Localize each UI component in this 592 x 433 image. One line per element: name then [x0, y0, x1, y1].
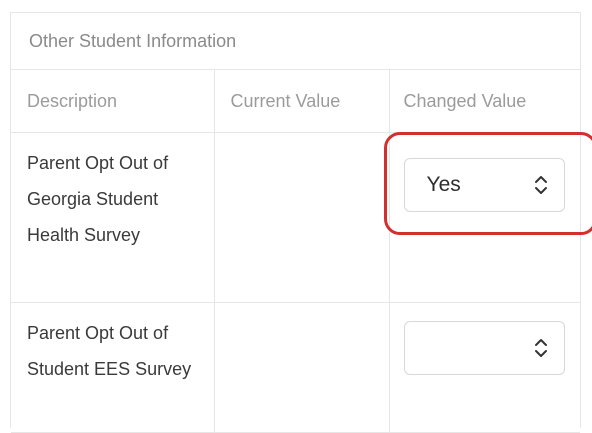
column-header-description: Description — [11, 70, 215, 133]
up-down-chevron-icon — [534, 176, 547, 194]
table-header-row: Description Current Value Changed Value — [11, 70, 580, 133]
table-row: Parent Opt Out of Student EES Survey — [11, 302, 580, 433]
current-value-cell — [214, 132, 390, 303]
column-header-current-value: Current Value — [214, 70, 390, 133]
description-cell: Parent Opt Out of Georgia Student Health… — [11, 132, 215, 303]
description-cell: Parent Opt Out of Student EES Survey — [11, 302, 215, 433]
changed-value-cell — [389, 302, 580, 433]
student-info-table: Description Current Value Changed Value … — [11, 70, 580, 433]
row-description: Parent Opt Out of Student EES Survey — [27, 323, 192, 379]
row-2-changed-value-select[interactable] — [403, 321, 565, 375]
column-header-changed-value: Changed Value — [389, 70, 580, 133]
panel-title: Other Student Information — [11, 13, 580, 70]
select-value: Yes — [426, 173, 461, 196]
row-description: Parent Opt Out of Georgia Student Health… — [27, 153, 169, 245]
other-student-information-panel: Other Student Information Description Cu… — [10, 12, 581, 433]
changed-value-cell: Yes — [389, 132, 580, 303]
up-down-chevron-icon — [534, 339, 547, 357]
current-value-cell — [214, 302, 390, 433]
row-1-changed-value-select[interactable]: Yes — [403, 158, 565, 212]
table-row: Parent Opt Out of Georgia Student Health… — [11, 132, 580, 303]
